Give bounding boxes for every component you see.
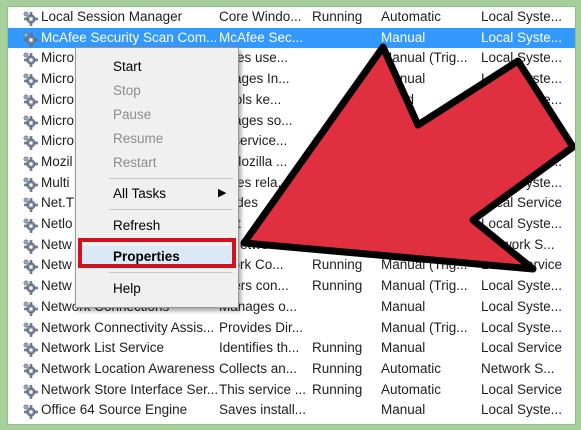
services-window: Local Session Manager Core Windo... Runnin… <box>7 6 576 425</box>
big-arrow-icon <box>240 43 575 273</box>
